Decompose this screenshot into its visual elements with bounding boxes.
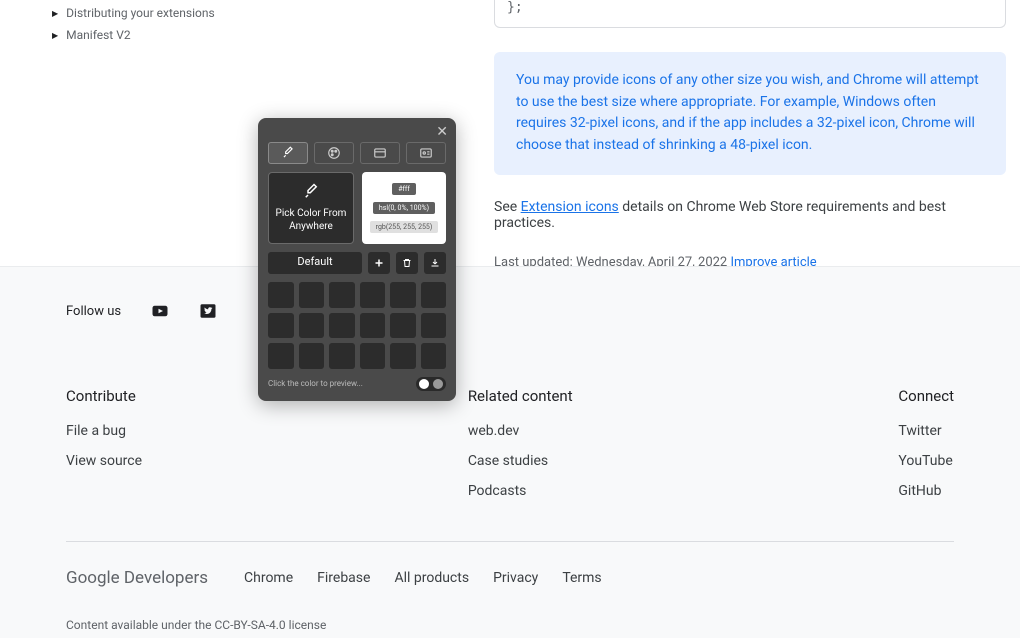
nav-label: Distributing your extensions xyxy=(66,6,215,20)
footer-col-contribute: Contribute File a bug View source xyxy=(66,387,142,499)
color-swatch[interactable] xyxy=(421,343,447,369)
nav-item-distributing[interactable]: ▶ Distributing your extensions xyxy=(52,6,262,20)
color-swatch[interactable] xyxy=(390,343,416,369)
swatch-grid xyxy=(268,282,446,369)
color-swatch[interactable] xyxy=(299,313,325,339)
dark-dot-icon xyxy=(433,379,443,389)
twitter-icon[interactable] xyxy=(199,303,217,319)
close-icon[interactable]: ✕ xyxy=(436,124,448,140)
theme-toggle[interactable] xyxy=(416,377,446,391)
tab-id[interactable] xyxy=(406,142,446,164)
see-prefix: See xyxy=(494,199,521,215)
youtube-icon[interactable] xyxy=(151,303,169,319)
default-button[interactable]: Default xyxy=(268,252,362,274)
download-button[interactable] xyxy=(424,252,446,274)
nav-label: Manifest V2 xyxy=(66,28,130,42)
sidebar-nav: ▶ Distributing your extensions ▶ Manifes… xyxy=(52,6,262,50)
col-head: Connect xyxy=(898,387,954,405)
webdev-link[interactable]: web.dev xyxy=(468,423,573,439)
follow-label: Follow us xyxy=(66,304,121,319)
footer-col-related: Related content web.dev Case studies Pod… xyxy=(468,387,573,499)
picker-tabs xyxy=(268,142,446,164)
page-footer: Follow us Contribute File a bug View sou… xyxy=(0,266,1020,638)
tab-palette[interactable] xyxy=(314,142,354,164)
twitter-link[interactable]: Twitter xyxy=(898,423,954,439)
color-swatch[interactable] xyxy=(360,343,386,369)
callout-note: You may provide icons of any other size … xyxy=(494,52,1006,175)
color-swatch[interactable] xyxy=(268,343,294,369)
main-content: }; You may provide icons of any other si… xyxy=(494,0,1006,270)
see-text: See Extension icons details on Chrome We… xyxy=(494,199,1006,231)
color-swatch[interactable] xyxy=(360,282,386,308)
delete-button[interactable] xyxy=(396,252,418,274)
hex-value[interactable]: #fff xyxy=(392,183,416,195)
footer-link-columns: Contribute File a bug View source Relate… xyxy=(66,387,954,499)
color-swatch[interactable] xyxy=(268,313,294,339)
license-text: Content available under the CC-BY-SA-4.0… xyxy=(66,618,954,632)
terms-link[interactable]: Terms xyxy=(562,570,601,586)
picker-hint: Click the color to preview... xyxy=(268,379,363,388)
case-studies-link[interactable]: Case studies xyxy=(468,453,573,469)
rgb-value[interactable]: rgb(255, 255, 255) xyxy=(370,221,439,233)
picker-footer: Click the color to preview... xyxy=(268,377,446,391)
tab-card[interactable] xyxy=(360,142,400,164)
color-info-card: #fff hsl(0, 0%, 100%) rgb(255, 255, 255) xyxy=(362,172,446,244)
view-source-link[interactable]: View source xyxy=(66,453,142,469)
color-swatch[interactable] xyxy=(299,282,325,308)
picker-action-row: Default xyxy=(268,252,446,274)
color-swatch[interactable] xyxy=(268,282,294,308)
color-swatch[interactable] xyxy=(329,343,355,369)
col-head: Related content xyxy=(468,387,573,405)
caret-icon: ▶ xyxy=(52,9,58,18)
file-a-bug-link[interactable]: File a bug xyxy=(66,423,142,439)
podcasts-link[interactable]: Podcasts xyxy=(468,483,573,499)
color-picker-popup: ✕ Pick Color From Anywhere #fff hsl(0, 0… xyxy=(258,118,456,401)
footer-col-connect: Connect Twitter YouTube GitHub xyxy=(898,387,954,499)
github-link[interactable]: GitHub xyxy=(898,483,954,499)
color-swatch[interactable] xyxy=(390,282,416,308)
col-head: Contribute xyxy=(66,387,142,405)
all-products-link[interactable]: All products xyxy=(394,570,469,586)
light-dot-icon xyxy=(419,379,429,389)
picker-preview-row: Pick Color From Anywhere #fff hsl(0, 0%,… xyxy=(268,172,446,244)
hsl-value[interactable]: hsl(0, 0%, 100%) xyxy=(373,202,435,214)
extension-icons-link[interactable]: Extension icons xyxy=(521,199,619,215)
color-swatch[interactable] xyxy=(329,282,355,308)
color-swatch[interactable] xyxy=(390,313,416,339)
footer-bottom: Google Developers Chrome Firebase All pr… xyxy=(66,541,954,588)
privacy-link[interactable]: Privacy xyxy=(493,570,538,586)
color-swatch[interactable] xyxy=(421,282,447,308)
color-swatch[interactable] xyxy=(329,313,355,339)
code-block: }; xyxy=(494,0,1006,28)
follow-row: Follow us xyxy=(66,303,954,319)
pick-label: Pick Color From Anywhere xyxy=(273,207,349,233)
google-developers-logo: Google Developers xyxy=(66,568,208,588)
add-button[interactable] xyxy=(368,252,390,274)
color-swatch[interactable] xyxy=(421,313,447,339)
nav-item-manifest-v2[interactable]: ▶ Manifest V2 xyxy=(52,28,262,42)
caret-icon: ▶ xyxy=(52,31,58,40)
color-swatch[interactable] xyxy=(360,313,386,339)
tab-eyedropper[interactable] xyxy=(268,142,308,164)
color-swatch[interactable] xyxy=(299,343,325,369)
firebase-link[interactable]: Firebase xyxy=(317,570,370,586)
youtube-link[interactable]: YouTube xyxy=(898,453,954,469)
chrome-link[interactable]: Chrome xyxy=(244,570,293,586)
pick-color-button[interactable]: Pick Color From Anywhere xyxy=(268,172,354,244)
